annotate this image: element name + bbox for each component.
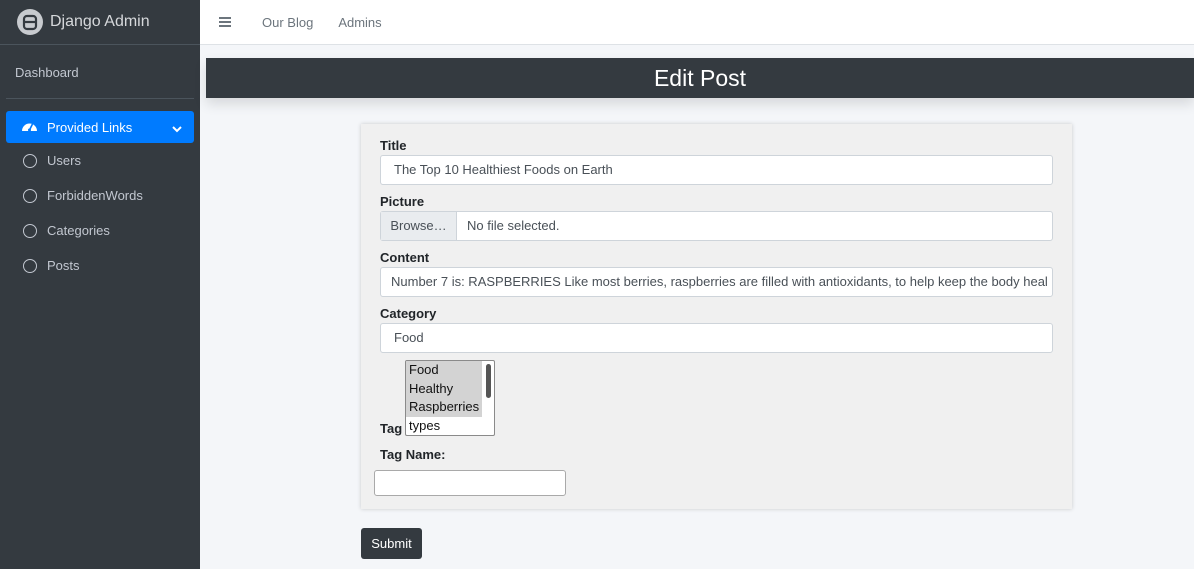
nav-link-our-blog[interactable]: Our Blog <box>262 15 313 30</box>
sidebar-item-label: Users <box>47 153 81 168</box>
title-label: Title <box>380 138 407 153</box>
brand-title: Django Admin <box>50 13 150 30</box>
content-input[interactable]: Number 7 is: RASPBERRIES Like most berri… <box>380 267 1053 297</box>
sidebar-item-label: Categories <box>47 223 110 238</box>
hamburger-menu-icon[interactable] <box>219 17 231 27</box>
circle-icon <box>23 223 37 238</box>
brand-link[interactable]: Django Admin <box>0 0 200 45</box>
page-title: Edit Post <box>206 58 1194 98</box>
tag-multiselect[interactable]: Food Healthy Raspberries types <box>405 360 495 436</box>
file-status: No file selected. <box>467 218 560 233</box>
picture-label: Picture <box>380 194 425 209</box>
nav-link-admins[interactable]: Admins <box>338 15 381 30</box>
picture-file-input[interactable]: Browse… No file selected. <box>380 211 1053 241</box>
tag-option-raspberries[interactable]: Raspberries <box>406 398 482 417</box>
tag-option-types[interactable]: types <box>406 417 482 436</box>
sidebar-divider <box>6 98 194 99</box>
sidebar-item-label: ForbiddenWords <box>47 188 143 203</box>
tag-name-input[interactable] <box>374 470 566 496</box>
tag-label: Tag <box>380 421 403 436</box>
tachometer-icon <box>21 119 38 136</box>
edit-post-form: Title The Top 10 Healthiest Foods on Ear… <box>361 124 1072 509</box>
sidebar-item-posts[interactable]: Posts <box>0 248 200 283</box>
category-select[interactable]: Food <box>380 323 1053 353</box>
content-label: Content <box>380 250 430 265</box>
sidebar-item-users[interactable]: Users <box>0 143 200 178</box>
sidebar-group-label: Provided Links <box>47 119 133 135</box>
top-navbar: Our Blog Admins <box>200 0 1194 45</box>
tag-option-healthy[interactable]: Healthy <box>406 379 482 398</box>
circle-icon <box>23 153 37 168</box>
sidebar-group-provided-links[interactable]: Provided Links <box>6 111 194 143</box>
sidebar-item-label: Dashboard <box>15 65 79 80</box>
circle-icon <box>23 188 37 203</box>
submit-button[interactable]: Submit <box>361 528 422 559</box>
circle-icon <box>23 258 37 273</box>
robot-logo-icon <box>17 9 43 35</box>
tag-option-food[interactable]: Food <box>406 361 482 380</box>
sidebar-item-dashboard[interactable]: Dashboard <box>0 45 200 98</box>
sidebar: Django Admin Dashboard Provided Links Us… <box>0 0 200 569</box>
listbox-scrollbar[interactable] <box>486 364 491 398</box>
sidebar-item-categories[interactable]: Categories <box>0 213 200 248</box>
category-label: Category <box>380 306 437 321</box>
sidebar-item-label: Posts <box>47 258 80 273</box>
sidebar-item-forbiddenwords[interactable]: ForbiddenWords <box>0 178 200 213</box>
tag-name-label: Tag Name: <box>380 447 446 462</box>
title-input[interactable]: The Top 10 Healthiest Foods on Earth <box>380 155 1053 185</box>
browse-button[interactable]: Browse… <box>381 212 457 240</box>
chevron-down-icon[interactable] <box>172 121 182 136</box>
